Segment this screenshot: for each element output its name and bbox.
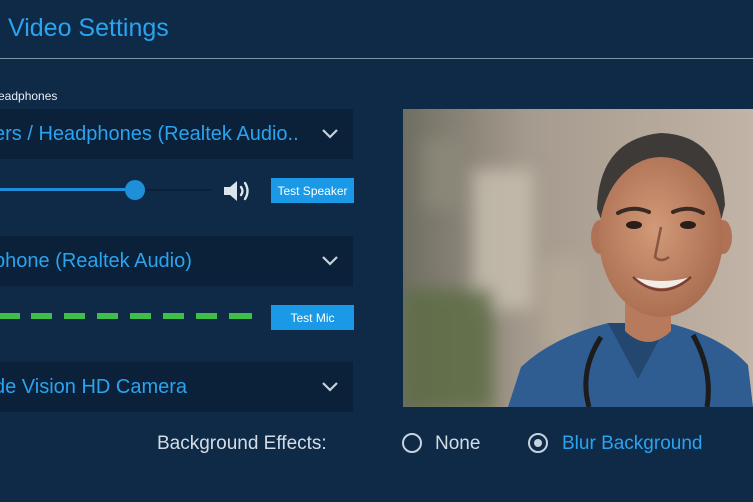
camera-select[interactable]: de Vision HD Camera <box>0 362 353 412</box>
volume-slider-track[interactable] <box>136 189 212 191</box>
microphone-select[interactable]: phone (Realtek Audio) <box>0 236 353 286</box>
speaker-select-value: ers / Headphones (Realtek Audio.. <box>0 122 299 145</box>
camera-preview <box>403 109 753 407</box>
speaker-select[interactable]: ers / Headphones (Realtek Audio.. <box>0 109 353 159</box>
radio-none-label[interactable]: None <box>435 433 480 455</box>
microphone-select-value: phone (Realtek Audio) <box>0 249 192 272</box>
header-divider <box>0 58 753 59</box>
radio-blur-background[interactable] <box>528 433 548 453</box>
radio-blur-background-label[interactable]: Blur Background <box>562 433 702 455</box>
radio-selected-dot <box>534 439 542 447</box>
page-title: Video Settings <box>8 14 169 42</box>
mic-level-meter <box>0 313 252 319</box>
test-speaker-button[interactable]: Test Speaker <box>271 178 354 203</box>
volume-slider-fill <box>0 188 136 191</box>
speakers-section-label: eadphones <box>0 89 58 103</box>
chevron-down-icon <box>322 382 338 392</box>
volume-slider-thumb[interactable] <box>125 180 145 200</box>
radio-none[interactable] <box>402 433 422 453</box>
background-effects-label: Background Effects: <box>157 433 327 454</box>
chevron-down-icon <box>322 129 338 139</box>
camera-select-value: de Vision HD Camera <box>0 375 188 398</box>
chevron-down-icon <box>322 256 338 266</box>
test-mic-button[interactable]: Test Mic <box>271 305 354 330</box>
speaker-volume-icon[interactable] <box>222 177 254 205</box>
